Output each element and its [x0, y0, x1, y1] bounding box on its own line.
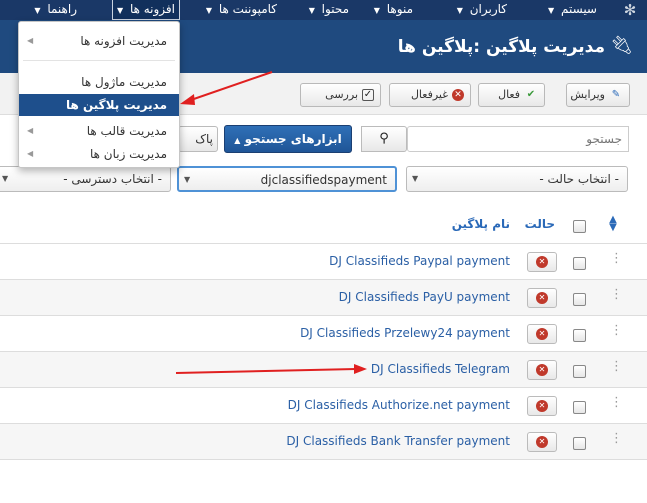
drag-handle-icon[interactable]: ⋮ [610, 324, 623, 337]
search-button[interactable]: ⚲ [361, 126, 407, 152]
select-all-checkbox[interactable] [573, 220, 586, 233]
checkbox-icon: ✓ [362, 89, 374, 101]
row-checkbox[interactable] [573, 257, 586, 270]
caret-down-icon: ▼ [308, 6, 315, 15]
disabled-status-icon: ✕ [536, 328, 548, 340]
disabled-status-icon: ✕ [536, 292, 548, 304]
row-checkbox[interactable] [573, 401, 586, 414]
drag-handle-icon[interactable]: ⋮ [610, 252, 623, 265]
plug-icon: 🔌︎ [610, 35, 633, 56]
drag-handle-icon[interactable]: ⋮ [610, 396, 623, 409]
status-toggle-button[interactable]: ✕ [527, 288, 557, 308]
caret-up-icon: ▲ [234, 136, 241, 145]
folder-filter[interactable]: ▼ djclassifiedspayment [177, 166, 397, 192]
disabled-status-icon: ✕ [536, 364, 548, 376]
edit-icon: ✎ [611, 89, 621, 100]
nav-components[interactable]: کامپوننت ها ▼ [206, 0, 277, 20]
menu-item-templates[interactable]: مدیریت قالب ها ◀ [19, 120, 179, 142]
disable-button[interactable]: ✕غیرفعال [389, 83, 471, 107]
state-filter[interactable]: ▼ - انتخاب حالت - [406, 166, 628, 192]
page-title: مدیریت پلاگین :پلاگین ها [397, 37, 605, 57]
row-checkbox[interactable] [573, 329, 586, 342]
menu-item-modules[interactable]: مدیریت ماژول ها [19, 71, 179, 93]
drag-handle-icon[interactable]: ⋮ [610, 432, 623, 445]
caret-down-icon: ▼ [205, 6, 212, 15]
menu-item-languages[interactable]: مدیریت زبان ها ◀ [19, 143, 179, 165]
chevron-left-icon: ◀ [27, 36, 34, 45]
nav-extensions[interactable]: افزونه ها ▼ [111, 0, 180, 20]
enable-button[interactable]: ✔فعال [478, 83, 545, 107]
drag-handle-icon[interactable]: ⋮ [610, 360, 623, 373]
nav-menus[interactable]: منوها ▼ [374, 0, 413, 20]
chevron-down-icon: ▼ [184, 175, 191, 184]
menu-divider [23, 60, 175, 61]
search-input[interactable] [407, 126, 629, 152]
caret-down-icon: ▼ [34, 6, 41, 15]
access-filter[interactable]: ▼ - انتخاب دسترسی - [0, 166, 171, 192]
nav-help[interactable]: راهنما ▼ [34, 0, 77, 20]
top-navbar: ✻ سیستم ▼ کاربران ▼ منوها ▼ محتوا ▼ کامپ… [0, 0, 647, 20]
plugin-name-link[interactable]: DJ Classifieds PayU payment [339, 290, 510, 304]
disabled-status-icon: ✕ [536, 436, 548, 448]
disabled-status-icon: ✕ [536, 256, 548, 268]
caret-down-icon: ▼ [456, 6, 463, 15]
check-icon: ✔ [526, 89, 536, 100]
nav-users[interactable]: کاربران ▼ [457, 0, 507, 20]
row-checkbox[interactable] [573, 293, 586, 306]
caret-down-icon: ▼ [116, 6, 124, 15]
edit-button[interactable]: ✎ویرایش [566, 83, 630, 107]
menu-item-plugins[interactable]: مدیریت پلاگین ها [19, 94, 179, 116]
search-icon: ⚲ [379, 131, 389, 146]
column-status[interactable]: حالت [525, 217, 555, 231]
nav-system[interactable]: سیستم ▼ [548, 0, 597, 20]
chevron-down-icon: ▼ [2, 174, 9, 183]
status-toggle-button[interactable]: ✕ [527, 432, 557, 452]
column-plugin-name[interactable]: نام پلاگین [452, 217, 510, 231]
checkin-button[interactable]: ✓بررسی [300, 83, 381, 107]
status-toggle-button[interactable]: ✕ [527, 360, 557, 380]
disable-icon: ✕ [452, 89, 464, 101]
sort-icon[interactable]: ▲ ▼ [608, 215, 618, 233]
row-checkbox[interactable] [573, 437, 586, 450]
caret-down-icon: ▼ [548, 6, 555, 15]
drag-handle-icon[interactable]: ⋮ [610, 288, 623, 301]
plugin-name-link[interactable]: DJ Classifieds Authorize.net payment [288, 398, 510, 412]
chevron-left-icon: ◀ [27, 149, 34, 158]
clear-button[interactable]: پاک [178, 126, 218, 152]
menu-item-extension-manager[interactable]: مدیریت افزونه ها ◀ [19, 30, 179, 52]
search-tools-button[interactable]: ابزارهای جستجو ▲ [224, 125, 352, 153]
chevron-down-icon: ▼ [412, 174, 419, 183]
status-toggle-button[interactable]: ✕ [527, 252, 557, 272]
joomla-logo-icon[interactable]: ✻ [621, 1, 639, 19]
extensions-dropdown-menu: مدیریت افزونه ها ◀ مدیریت ماژول ها مدیریت… [18, 21, 180, 168]
plugin-name-link[interactable]: DJ Classifieds Bank Transfer payment [286, 434, 510, 448]
row-checkbox[interactable] [573, 365, 586, 378]
status-toggle-button[interactable]: ✕ [527, 396, 557, 416]
status-toggle-button[interactable]: ✕ [527, 324, 557, 344]
caret-down-icon: ▼ [373, 6, 380, 15]
nav-content[interactable]: محتوا ▼ [309, 0, 349, 20]
chevron-left-icon: ◀ [27, 126, 34, 135]
plugin-name-link[interactable]: DJ Classifieds Przelewy24 payment [300, 326, 510, 340]
plugin-name-link[interactable]: DJ Classifieds Paypal payment [329, 254, 510, 268]
plugin-name-link[interactable]: DJ Classifieds Telegram [371, 362, 510, 376]
disabled-status-icon: ✕ [536, 400, 548, 412]
